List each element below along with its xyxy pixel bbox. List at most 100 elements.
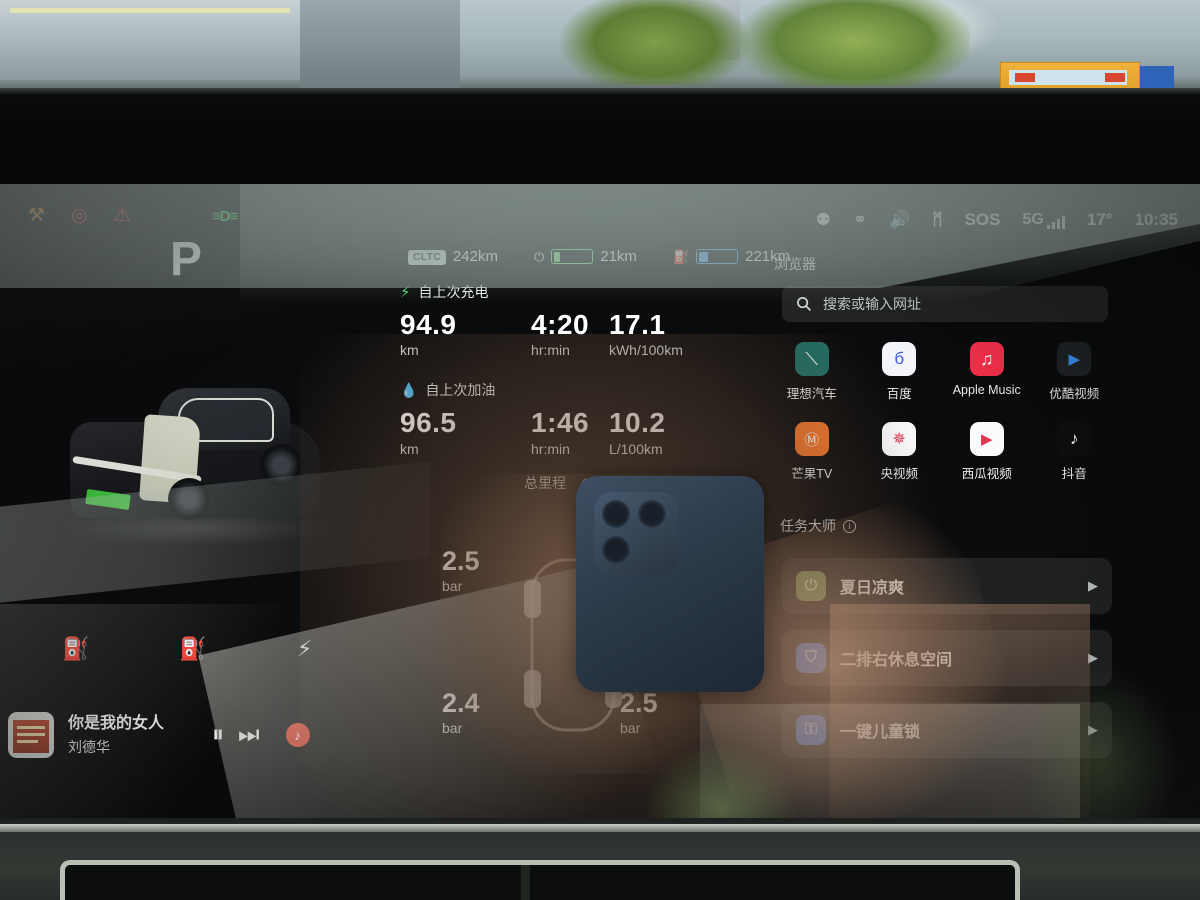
clock: 10:35	[1134, 210, 1178, 229]
sos-button[interactable]: SOS	[965, 210, 1001, 230]
search-input[interactable]: 搜索或输入网址	[782, 286, 1108, 322]
charge-plug-icon[interactable]: ⚡	[297, 636, 312, 662]
building-mid	[300, 0, 460, 92]
task-master-header: 任务大师 i	[780, 516, 856, 536]
fuel-drop-icon: 💧	[400, 381, 418, 398]
stat-item: 17.1 kWh/100km	[608, 309, 740, 359]
odometer-value: 44629km	[579, 474, 638, 491]
task-label: 二排右休息空间	[840, 652, 953, 669]
tree-right	[740, 0, 970, 86]
app-label: 西瓜视频	[961, 467, 1012, 481]
since-last-refuel-header: 💧 自上次加油	[400, 380, 740, 400]
link-icon[interactable]: ⚭	[853, 210, 867, 230]
app-youku[interactable]: ▶ 优酷视频	[1031, 342, 1119, 402]
app-label: 芒果TV	[791, 467, 833, 481]
media-player[interactable]: 你是我的女人 刘德华 ⏸ ⏭ ♪	[8, 704, 358, 766]
abs-warning-icon: ⚠	[113, 205, 131, 226]
total-range: CLTC 242km	[408, 248, 498, 265]
gear-indicator: P	[170, 233, 204, 286]
stat-unit: L/100km	[608, 440, 663, 457]
stat-value: 10.2	[608, 407, 666, 439]
stat-item: 1:46 hr:min	[531, 408, 609, 457]
tire-value: 2.5	[442, 546, 480, 576]
stat-item: 96.5 km	[400, 407, 531, 457]
headlight-indicator-icon: ≡D≡	[212, 208, 238, 225]
air-vent	[60, 860, 1020, 900]
app-label: Apple Music	[952, 383, 1021, 397]
task-label: 夏日凉爽	[840, 580, 905, 597]
app-cctv-video[interactable]: ✵ 央视频	[856, 422, 944, 482]
app-xigua-video[interactable]: ▶ 西瓜视频	[943, 422, 1031, 482]
building-left	[0, 0, 300, 80]
play-arrow-icon[interactable]: ▶	[1088, 578, 1098, 594]
album-art	[8, 712, 54, 758]
seat-icon: ⛉	[796, 643, 826, 673]
app-li-auto[interactable]: ⟍ 理想汽车	[768, 342, 856, 402]
stat-unit: km	[400, 440, 419, 457]
task-master-title: 任务大师	[780, 518, 836, 534]
mango-tv-icon: Ⓜ	[794, 422, 829, 456]
fuel-range: ⛽ 221km	[673, 248, 790, 265]
status-bar: ⚉ ⚭ 🔊 ᛗ SOS 5G 17° 10:35	[816, 210, 1178, 230]
info-icon[interactable]: i	[843, 519, 856, 533]
app-label: 优酷视频	[1049, 387, 1100, 401]
app-label: 理想汽车	[786, 387, 837, 401]
tire-pressure-panel[interactable]: 2.5 bar 2.5 bar 2.4 bar 2.5 bar	[430, 544, 720, 744]
stat-item: 10.2 L/100km	[608, 407, 740, 457]
total-range-value: 242km	[452, 248, 498, 265]
warning-lamp-row: ⚒ ◎ ⚠	[28, 206, 131, 225]
volume-icon[interactable]: 🔊	[889, 210, 910, 230]
play-arrow-icon[interactable]: ▶	[1088, 650, 1098, 666]
pause-button[interactable]: ⏸	[212, 721, 224, 749]
cctv-video-icon: ✵	[882, 422, 917, 456]
app-baidu[interactable]: б 百度	[856, 342, 944, 402]
windshield-view	[0, 0, 1200, 95]
task-row-child-lock[interactable]: ⚿ 一键儿童锁 ▶	[782, 702, 1112, 758]
bluetooth-icon[interactable]: ᛗ	[932, 210, 942, 230]
quick-icon-row: ⛽ ⛽ ⚡	[62, 636, 312, 662]
task-master-list: ⏻ 夏日凉爽 ▶ ⛉ 二排右休息空间 ▶ ⚿ 一键儿童锁 ▶	[782, 558, 1112, 758]
netease-music-icon[interactable]: ♪	[285, 723, 310, 747]
power-icon: ⏻	[796, 571, 826, 601]
stat-value: 96.5	[400, 407, 457, 439]
play-arrow-icon[interactable]: ▶	[1088, 722, 1098, 738]
next-track-button[interactable]: ⏭	[238, 721, 260, 749]
outside-temperature: 17°	[1086, 210, 1113, 229]
battery-level-bar	[551, 249, 594, 264]
xigua-video-icon: ▶	[969, 422, 1004, 456]
dashcam-photo-scene: ⚉ ⚭ 🔊 ᛗ SOS 5G 17° 10:35 ⚒ ◎ ⚠ ≡D≡ P CLT…	[0, 0, 1200, 900]
baidu-icon: б	[882, 342, 917, 376]
track-artist: 刘德华	[68, 738, 110, 755]
task-row-summer-cool[interactable]: ⏻ 夏日凉爽 ▶	[782, 558, 1112, 614]
network-indicator: 5G	[1022, 211, 1065, 229]
child-lock-icon: ⚿	[796, 715, 826, 745]
li-auto-icon: ⟍	[794, 342, 829, 376]
app-mango-tv[interactable]: Ⓜ 芒果TV	[768, 422, 856, 482]
app-douyin[interactable]: ♪ 抖音	[1031, 422, 1119, 482]
search-icon	[797, 297, 812, 312]
trip-statistics-panel[interactable]: ⚡ 自上次充电 94.9 km 4:20 hr:min 17.1 kWh/100…	[400, 282, 740, 493]
task-row-second-row-right-rest[interactable]: ⛉ 二排右休息空间 ▶	[782, 630, 1112, 686]
stat-unit: km	[400, 342, 419, 359]
battery-range: ⏻ 21km	[534, 248, 637, 265]
track-title: 你是我的女人	[68, 714, 165, 732]
location-icon[interactable]: ⚉	[816, 210, 831, 230]
douyin-icon: ♪	[1057, 422, 1092, 456]
service-wrench-warning-icon: ⚒	[28, 205, 46, 226]
brake-warning-icon: ◎	[71, 205, 88, 226]
fuel-flap-icon[interactable]: ⛽	[179, 636, 206, 662]
fuel-nozzle-icon[interactable]: ⛽	[62, 636, 89, 662]
tire-unit: bar	[442, 720, 463, 736]
app-apple-music[interactable]: ♫ Apple Music	[943, 342, 1031, 402]
infotainment-screen[interactable]: ⚉ ⚭ 🔊 ᛗ SOS 5G 17° 10:35 ⚒ ◎ ⚠ ≡D≡ P CLT…	[0, 184, 1200, 898]
stat-value: 94.9	[400, 309, 457, 340]
stat-value: 4:20	[531, 309, 590, 340]
odometer-label: 总里程	[524, 474, 566, 491]
tire-value: 2.4	[442, 688, 480, 718]
app-label: 央视频	[880, 467, 918, 481]
stat-value: 17.1	[608, 309, 666, 340]
tire-unit: bar	[442, 578, 463, 594]
range-summary: CLTC 242km ⏻ 21km ⛽ 221km	[408, 248, 790, 265]
since-last-charge-header: ⚡ 自上次充电	[400, 282, 740, 302]
since-last-refuel-values: 96.5 km 1:46 hr:min 10.2 L/100km	[400, 407, 740, 457]
